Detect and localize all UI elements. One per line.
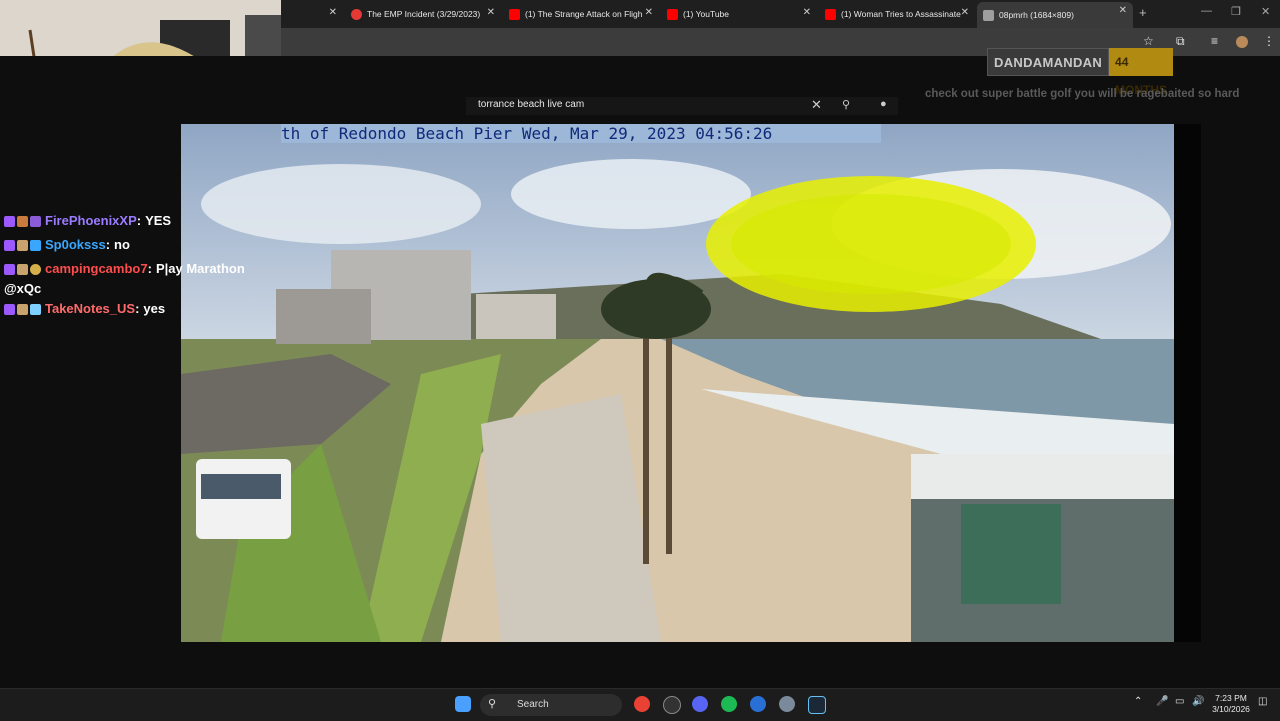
tray-overflow-icon[interactable]: ⌃ xyxy=(1134,696,1142,707)
network-icon[interactable]: ▭ xyxy=(1175,696,1184,707)
settings-icon[interactable] xyxy=(779,696,795,712)
extensions-icon[interactable]: ⧉ xyxy=(1176,34,1185,49)
clock-date: 3/10/2026 xyxy=(1212,704,1250,714)
snowflake-badge-icon xyxy=(30,303,41,315)
sub-badge-icon xyxy=(4,239,15,251)
spotify-icon[interactable] xyxy=(721,696,737,712)
chat-message: Sp0oksss: no xyxy=(4,233,294,257)
subscriber-alert: DANDAMANDAN 44 MONTHS xyxy=(987,48,1174,97)
tab-woman-tries[interactable]: (1) Woman Tries to Assassinate ✕ xyxy=(819,4,975,24)
chat-text: YES xyxy=(145,213,172,228)
close-icon[interactable]: ✕ xyxy=(487,7,495,18)
sub-badge-icon xyxy=(4,263,15,275)
emote-badge-icon xyxy=(17,303,28,315)
search-icon[interactable]: ⚲ xyxy=(842,98,850,111)
subscriber-months: 44 MONTHS xyxy=(1109,48,1174,97)
search-icon: ⚲ xyxy=(488,698,497,710)
minimize-icon[interactable]: — xyxy=(1201,5,1212,17)
menu-kebab-icon[interactable]: ⋮ xyxy=(1263,34,1275,48)
close-icon[interactable]: ✕ xyxy=(961,7,969,18)
close-icon[interactable]: ✕ xyxy=(803,7,811,18)
taskbar-clock[interactable]: 7:23 PM 3/10/2026 xyxy=(1208,693,1254,715)
tab-strange-attack[interactable]: (1) The Strange Attack on Fligh ✕ xyxy=(503,4,659,24)
chat-message: FirePhoenixXP: YES xyxy=(4,209,294,233)
tab-label: 08pmrh (1684×809) xyxy=(999,10,1074,20)
chat-message: campingcambo7: P|ay Marathon xyxy=(4,257,294,281)
stream-chat: FirePhoenixXP: YES Sp0oksss: no campingc… xyxy=(4,209,294,321)
windows-start-icon[interactable] xyxy=(455,696,471,712)
microphone-icon[interactable]: 🎤 xyxy=(1156,696,1168,707)
chat-text: yes xyxy=(143,301,166,316)
chat-username[interactable]: campingcambo7 xyxy=(45,257,148,281)
site-favicon-icon xyxy=(351,8,362,20)
close-icon[interactable]: ✕ xyxy=(329,7,337,18)
chat-text: no xyxy=(114,237,130,252)
gift-badge-icon xyxy=(30,239,41,251)
tab-label: (1) The Strange Attack on Fligh xyxy=(525,9,643,19)
youtube-icon xyxy=(667,8,678,20)
tab-image-active[interactable]: 08pmrh (1684×809) ✕ xyxy=(977,2,1133,28)
emote-badge-icon xyxy=(17,263,28,275)
chat-text-continuation: @xQc xyxy=(4,281,42,296)
youtube-icon xyxy=(509,8,520,20)
tab-label: (1) Woman Tries to Assassinate xyxy=(841,9,961,19)
emote-badge-icon xyxy=(17,239,28,251)
gift-badge-icon xyxy=(30,263,41,275)
browser-tab-strip: ✕ The EMP Incident (3/29/2023) ✕ (1) The… xyxy=(281,0,1280,28)
chat-text: P|ay Marathon xyxy=(155,261,245,276)
chat-username[interactable]: TakeNotes_US xyxy=(45,297,135,321)
sub-badge-icon xyxy=(4,303,15,315)
profile-avatar[interactable] xyxy=(1236,36,1248,48)
promo-text: check out super battle golf you will be … xyxy=(925,88,1240,100)
notification-icon[interactable]: ◫ xyxy=(1258,696,1267,707)
app-icon[interactable] xyxy=(750,696,766,712)
taskbar-search-label: Search xyxy=(517,699,549,710)
beach-cam-image[interactable] xyxy=(181,124,1174,642)
media-control-icon[interactable]: ≡ xyxy=(1211,34,1218,48)
subscriber-name: DANDAMANDAN xyxy=(987,48,1110,76)
tab-label: (1) YouTube xyxy=(683,9,729,19)
emote-badge-icon xyxy=(17,215,28,227)
tab-partial[interactable]: ✕ xyxy=(281,4,343,24)
tab-label: The EMP Incident (3/29/2023) xyxy=(367,9,481,19)
youtube-icon xyxy=(825,8,836,20)
tab-emp-incident[interactable]: The EMP Incident (3/29/2023) ✕ xyxy=(345,4,501,24)
chrome-icon[interactable] xyxy=(634,696,650,712)
tab-youtube[interactable]: (1) YouTube ✕ xyxy=(661,4,817,24)
chat-username[interactable]: Sp0oksss xyxy=(45,233,106,257)
gift-badge-icon xyxy=(30,215,41,227)
discord-icon[interactable] xyxy=(692,696,708,712)
windows-taskbar: ⚲ Search ⌃ 🎤 ▭ 🔊 7:23 PM 3/10/2026 ◫ xyxy=(0,688,1280,721)
search-bar[interactable]: torrance beach live cam ✕ ⚲ ● xyxy=(466,97,898,115)
image-favicon-icon xyxy=(983,9,994,21)
clear-search-icon[interactable]: ✕ xyxy=(811,97,822,113)
search-input[interactable]: torrance beach live cam xyxy=(478,99,584,110)
clock-time: 7:23 PM xyxy=(1215,693,1247,703)
maximize-icon[interactable]: ❐ xyxy=(1231,5,1241,18)
bookmark-star-icon[interactable]: ☆ xyxy=(1143,34,1154,48)
app-icon[interactable] xyxy=(663,696,681,714)
volume-icon[interactable]: 🔊 xyxy=(1192,696,1204,707)
camera-timestamp-overlay: th of Redondo Beach Pier Wed, Mar 29, 20… xyxy=(281,124,881,143)
close-icon[interactable]: ✕ xyxy=(1119,5,1127,16)
steam-icon[interactable] xyxy=(808,696,826,714)
chat-message: TakeNotes_US: yes xyxy=(4,297,294,321)
microphone-icon[interactable]: ● xyxy=(880,98,887,110)
sub-badge-icon xyxy=(4,215,15,227)
chat-username[interactable]: FirePhoenixXP xyxy=(45,209,137,233)
video-letterbox xyxy=(1174,124,1201,642)
close-icon[interactable]: ✕ xyxy=(645,7,653,18)
window-close-icon[interactable]: ✕ xyxy=(1261,5,1270,18)
taskbar-search[interactable]: ⚲ Search xyxy=(480,694,622,716)
new-tab-icon[interactable]: + xyxy=(1139,5,1147,20)
